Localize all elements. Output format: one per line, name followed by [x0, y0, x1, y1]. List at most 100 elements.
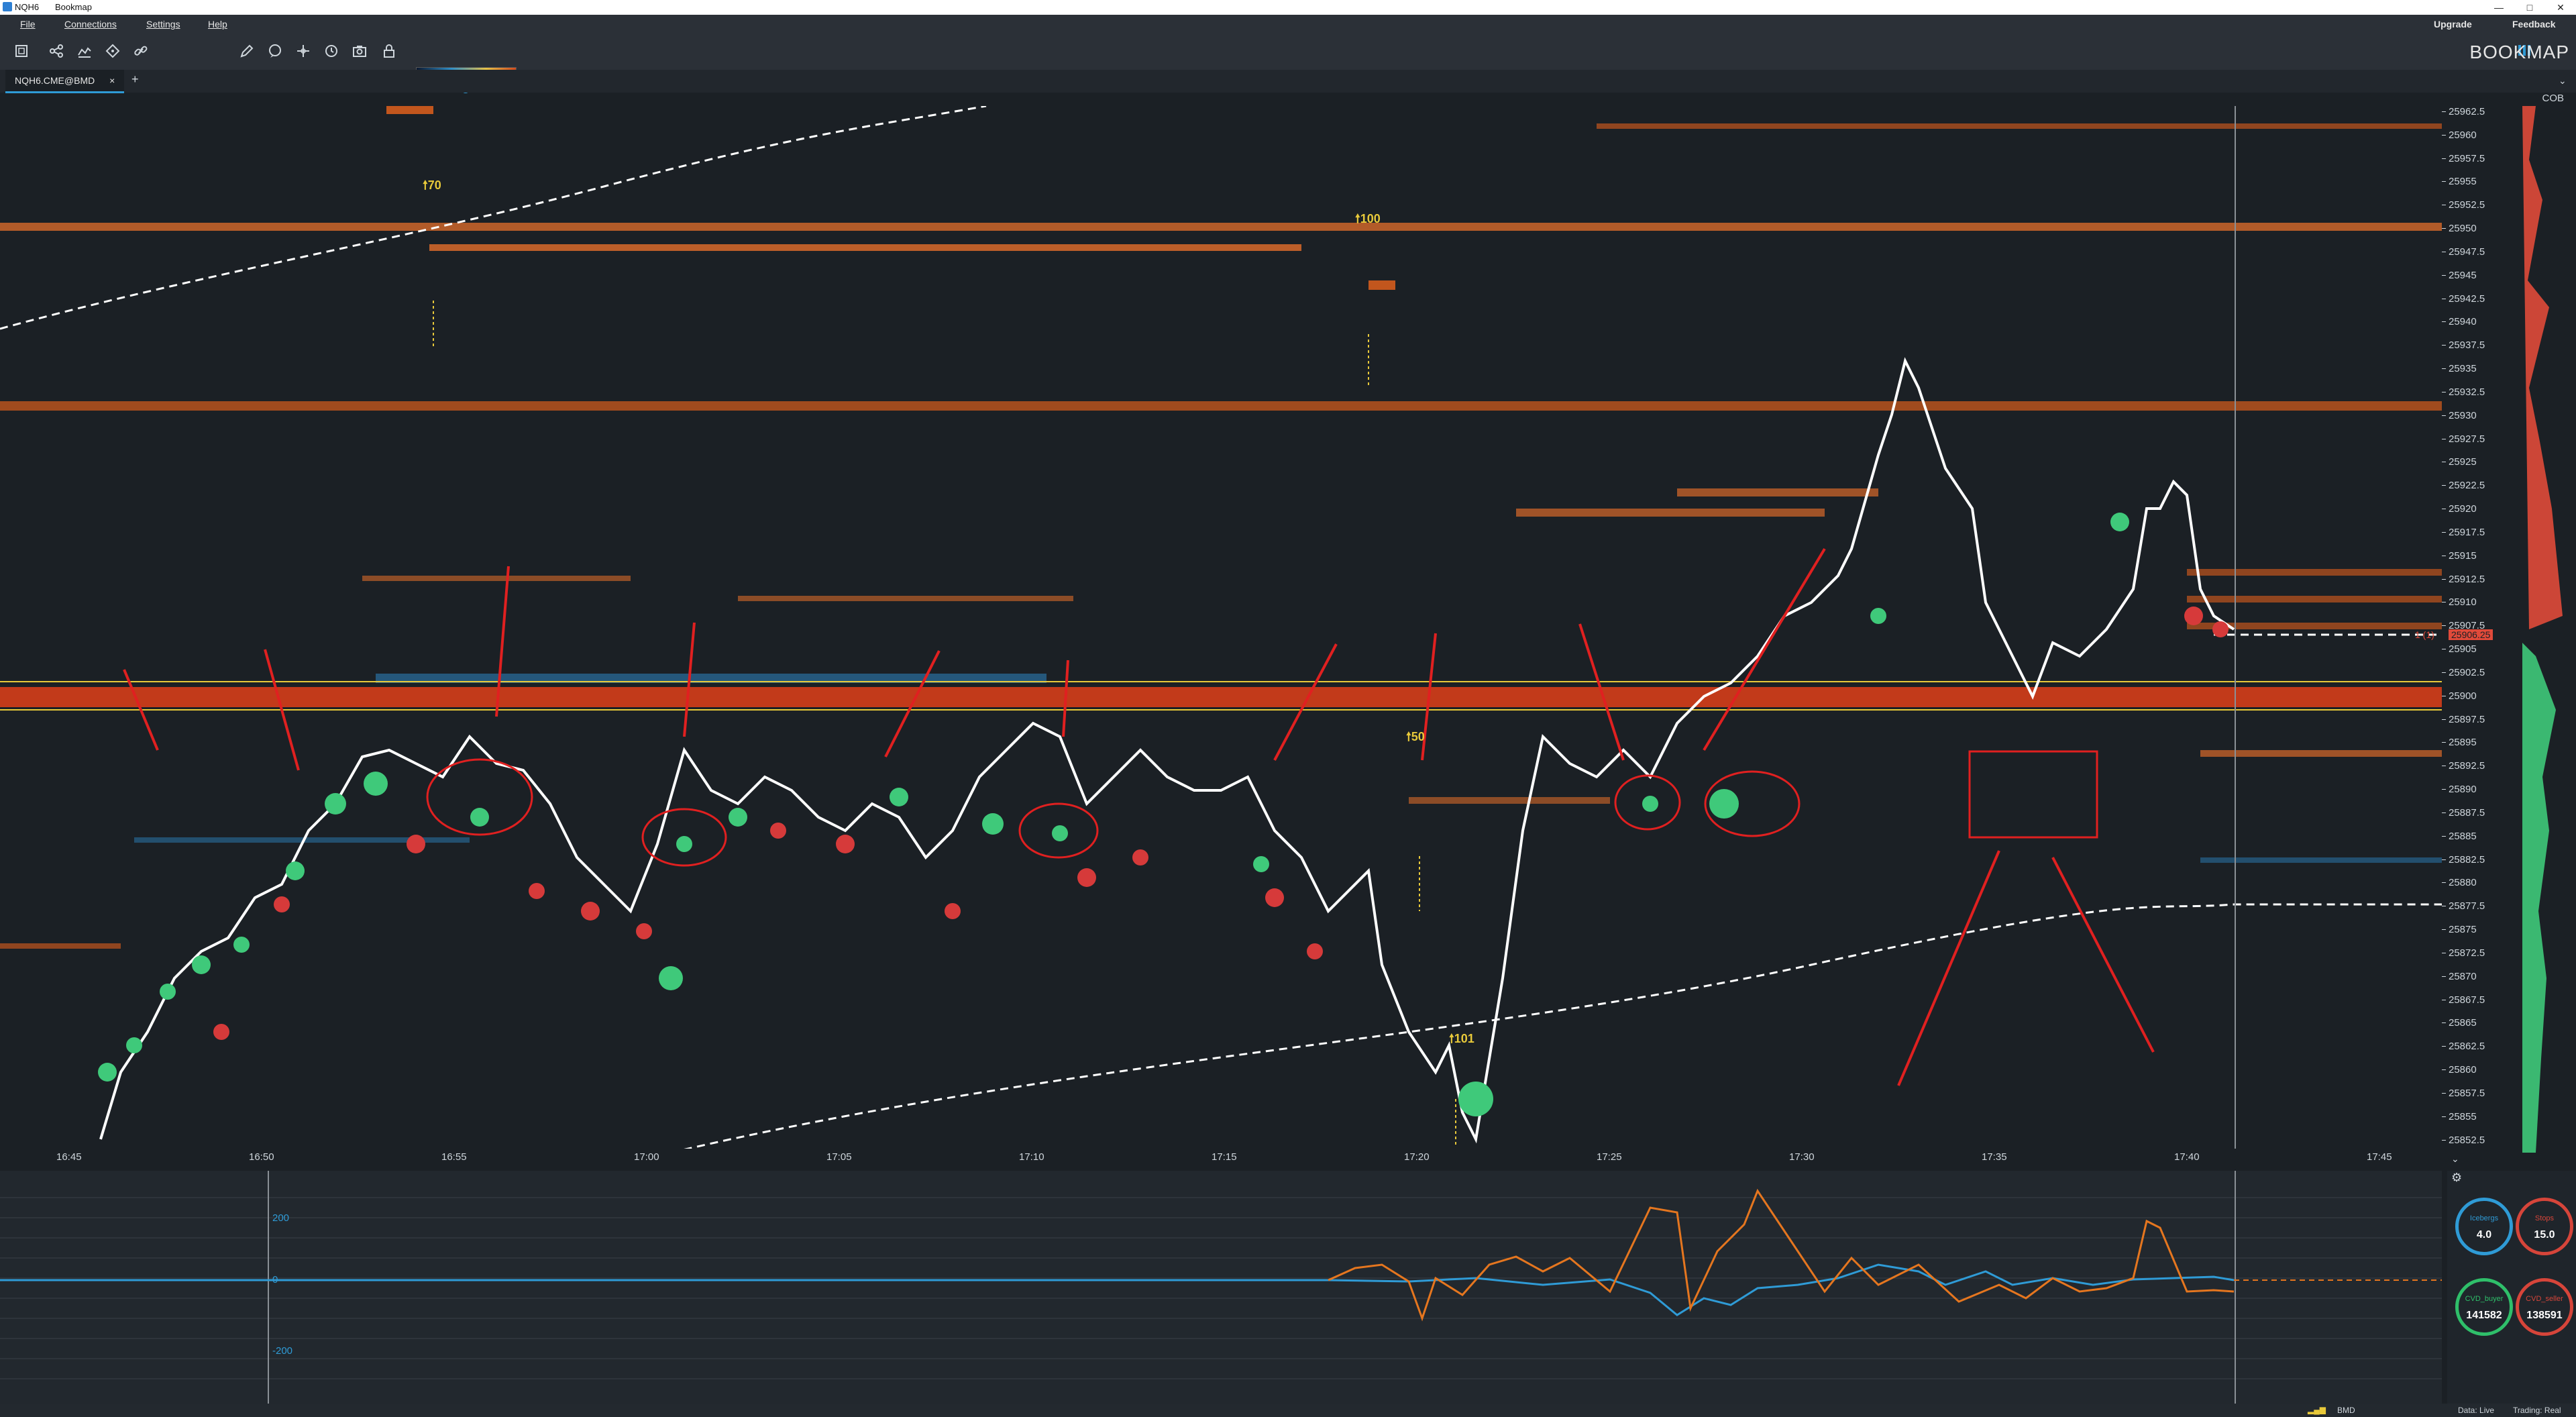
price-label: 25887.5 [2449, 807, 2485, 819]
indicator-tick-200: 200 [272, 1212, 290, 1224]
price-tick [2442, 812, 2446, 813]
liquidity-heatmap [0, 106, 2442, 949]
price-label: 25917.5 [2449, 527, 2485, 538]
window-symbol: NQH6 [15, 2, 40, 12]
crosshair-icon[interactable] [103, 42, 122, 60]
price-tick [2442, 1093, 2446, 1094]
time-label: 17:15 [1212, 1151, 1237, 1163]
price-line [99, 357, 2235, 1144]
vwap-upper-line [0, 106, 987, 330]
gauge-cvd-buyer-name: CVD_buyer [2465, 1295, 2504, 1303]
price-tick [2442, 672, 2446, 673]
tab-nqh6[interactable]: NQH6.CME@BMD × [5, 70, 125, 93]
price-label: 25962.5 [2449, 106, 2485, 117]
trade-label-101-value: 101 [1454, 1032, 1474, 1045]
gauge-icebergs-name: Icebergs [2469, 1214, 2499, 1222]
connection-label: BMD [2337, 1406, 2355, 1415]
maximize-button[interactable]: □ [2514, 0, 2545, 15]
close-button[interactable]: ✕ [2545, 0, 2576, 15]
target-icon[interactable] [294, 42, 313, 60]
menu-help[interactable]: Help [208, 19, 227, 30]
price-tick [2442, 275, 2446, 276]
price-tick [2442, 719, 2446, 720]
chat-icon[interactable] [266, 42, 284, 60]
indicator-tick-minus-200: -200 [272, 1345, 293, 1357]
connection-icon: ▂▄▆ [2308, 1405, 2326, 1414]
price-label: 25867.5 [2449, 994, 2485, 1006]
data-status: Data: Live [2458, 1406, 2495, 1415]
price-label: 25952.5 [2449, 199, 2485, 211]
current-price-tag: 25906.25 [2449, 629, 2493, 640]
window-title: Bookmap [55, 2, 92, 12]
price-label: 25902.5 [2449, 667, 2485, 678]
price-tick [2442, 1116, 2446, 1117]
price-label: 25872.5 [2449, 947, 2485, 959]
minimize-button[interactable]: — [2483, 0, 2514, 15]
price-label: 25940 [2449, 316, 2477, 327]
menu-settings[interactable]: Settings [146, 19, 180, 30]
price-tick [2442, 135, 2446, 136]
trade-label-50: 🠕50 [1406, 730, 1425, 743]
price-tick [2442, 789, 2446, 790]
time-label: 17:10 [1019, 1151, 1044, 1163]
price-tick [2442, 625, 2446, 626]
link-icon[interactable] [131, 42, 150, 60]
gauge-cvd-seller-name: CVD_seller [2526, 1295, 2563, 1303]
price-tick [2442, 111, 2446, 112]
price-label: 25862.5 [2449, 1041, 2485, 1052]
price-tick [2442, 579, 2446, 580]
price-tick [2442, 1140, 2446, 1141]
cob-label: COB [2542, 93, 2564, 104]
time-label: 17:25 [1597, 1151, 1622, 1163]
menu-connections[interactable]: Connections [64, 19, 117, 30]
time-label: 16:45 [56, 1151, 82, 1163]
time-label: 17:05 [826, 1151, 852, 1163]
price-tick [2442, 882, 2446, 883]
heatmap-chart[interactable]: 🠕70 🠕100 🠕50 🠕101 [0, 106, 2442, 1153]
pencil-icon[interactable] [237, 42, 256, 60]
layers-icon[interactable] [75, 42, 94, 60]
time-label: 16:50 [249, 1151, 274, 1163]
menu-file[interactable]: File [20, 19, 36, 30]
gauge-stops: Stops 15.0 [2516, 1198, 2573, 1255]
price-label: 25930 [2449, 410, 2477, 421]
annotation-arrows [123, 547, 2155, 1086]
feedback-link[interactable]: Feedback [2512, 19, 2556, 30]
price-label: 25895 [2449, 737, 2477, 748]
price-label: 25925 [2449, 456, 2477, 468]
widgets-pane: ⌄ ⚙ Icebergs 4.0 Stops 15.0 CVD_buyer 14… [2447, 1153, 2576, 1409]
gauge-cvd-buyer: CVD_buyer 141582 [2455, 1278, 2513, 1336]
tab-bar [0, 70, 2576, 93]
fit-icon[interactable] [12, 42, 31, 60]
price-label: 25947.5 [2449, 246, 2485, 258]
trading-status: Trading: Real [2513, 1406, 2561, 1415]
gauge-stops-name: Stops [2534, 1214, 2555, 1222]
clock-icon[interactable] [322, 42, 341, 60]
price-tick [2442, 345, 2446, 346]
price-tick [2442, 368, 2446, 369]
price-label: 25922.5 [2449, 480, 2485, 491]
tab-menu-chevron-icon[interactable]: ⌄ [2559, 75, 2567, 87]
lock-icon[interactable] [380, 42, 398, 60]
toolbar: ◐ ⊖ ▾ [0, 32, 2576, 93]
price-label: 25892.5 [2449, 760, 2485, 772]
price-label: 25882.5 [2449, 854, 2485, 865]
trade-size-markers [433, 301, 1456, 1145]
price-tick [2442, 1022, 2446, 1023]
price-label: 25870 [2449, 971, 2477, 982]
gauge-icebergs-value: 4.0 [2476, 1229, 2492, 1241]
add-tab-button[interactable]: + [131, 72, 139, 87]
collapse-chevron-icon[interactable]: ⌄ [2451, 1153, 2459, 1165]
tab-close-icon[interactable]: × [109, 75, 115, 86]
price-label: 25957.5 [2449, 153, 2485, 164]
title-bar: NQH6 Bookmap — □ ✕ [0, 0, 2576, 15]
upgrade-link[interactable]: Upgrade [2434, 19, 2472, 30]
price-tick [2442, 859, 2446, 860]
time-label: 17:40 [2174, 1151, 2200, 1163]
price-label: 25932.5 [2449, 386, 2485, 398]
widget-settings-gear-icon[interactable]: ⚙ [2451, 1171, 2462, 1185]
price-label: 25860 [2449, 1064, 2477, 1075]
share-icon[interactable] [47, 42, 66, 60]
price-label: 25942.5 [2449, 293, 2485, 305]
camera-icon[interactable] [350, 42, 369, 60]
